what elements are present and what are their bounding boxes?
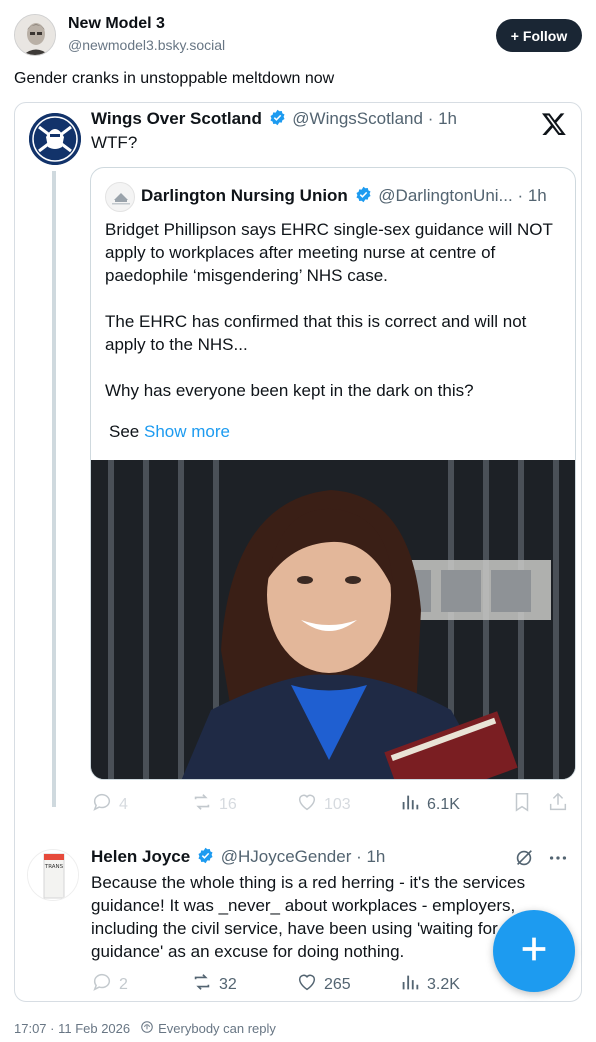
quoted-text: Bridget Phillipson says EHRC single-sex …	[105, 218, 565, 425]
see-label: See	[109, 422, 140, 441]
reply-count: 4	[119, 795, 128, 813]
follow-button[interactable]: + Follow	[496, 19, 582, 52]
thread-line	[52, 171, 56, 807]
verified-icon	[197, 847, 214, 864]
repost-count: 32	[219, 975, 237, 993]
verified-icon	[355, 186, 372, 203]
verified-icon	[269, 109, 286, 126]
x-logo-icon	[541, 111, 567, 137]
quoted-paragraph: The EHRC has confirmed that this is corr…	[105, 312, 527, 354]
wings-age: · 1h	[427, 109, 457, 128]
darlington-age: · 1h	[517, 186, 547, 205]
author-handle[interactable]: @newmodel3.bsky.social	[68, 37, 225, 53]
like-icon	[296, 971, 318, 998]
darlington-header: Darlington Nursing Union @DarlingtonUni.…	[141, 186, 547, 206]
post-timestamp[interactable]: 17:07 · 11 Feb 2026	[14, 1021, 130, 1036]
bookmark-icon	[511, 791, 533, 818]
see-more: See Show more	[109, 422, 230, 442]
show-more-link[interactable]: Show more	[144, 422, 230, 441]
share-icon	[547, 791, 569, 818]
embedded-screenshot[interactable]: Wings Over Scotland @WingsScotland · 1h …	[14, 102, 582, 1002]
repost-count: 16	[219, 795, 237, 813]
like-action[interactable]: 265	[296, 971, 351, 998]
plus-icon: +	[510, 27, 519, 44]
globe-icon	[140, 1020, 154, 1037]
repost-icon	[191, 971, 213, 998]
reply-icon	[91, 971, 113, 998]
post-footer: 17:07 · 11 Feb 2026 Everybody can reply	[14, 1020, 276, 1037]
like-icon	[296, 791, 318, 818]
helen-joyce-handle: @HJoyceGender	[220, 847, 352, 866]
helen-joyce-header: Helen Joyce @HJoyceGender · 1h	[91, 847, 385, 867]
author-name[interactable]: New Model 3	[68, 15, 165, 33]
share-action[interactable]	[547, 791, 569, 818]
views-count: 3.2K	[427, 975, 460, 993]
helen-joyce-age: · 1h	[356, 847, 386, 866]
reply-action[interactable]: 4	[91, 791, 128, 818]
post-text: Gender cranks in unstoppable meltdown no…	[14, 70, 335, 87]
repost-icon	[191, 791, 213, 818]
quoted-photo[interactable]	[91, 460, 575, 779]
reply-count: 2	[119, 975, 128, 993]
wings-header: Wings Over Scotland @WingsScotland · 1h	[91, 109, 457, 129]
like-count: 265	[324, 975, 351, 993]
darlington-name: Darlington Nursing Union	[141, 186, 348, 205]
plus-icon	[517, 932, 551, 971]
quoted-tweet[interactable]: Darlington Nursing Union @DarlingtonUni.…	[90, 167, 576, 780]
quoted-paragraph: Bridget Phillipson says EHRC single-sex …	[105, 220, 553, 285]
wings-action-bar: 4 16 103 6.1K	[91, 791, 567, 818]
views-icon	[399, 791, 421, 818]
bookmark-action[interactable]	[511, 791, 533, 818]
reply-setting[interactable]: Everybody can reply	[158, 1021, 276, 1036]
like-count: 103	[324, 795, 351, 813]
views-count: 6.1K	[427, 795, 460, 813]
quoted-paragraph: Why has everyone been kept in the dark o…	[105, 381, 474, 400]
views-action[interactable]: 6.1K	[399, 791, 460, 818]
darlington-handle: @DarlingtonUni...	[378, 186, 513, 205]
post-header: New Model 3 @newmodel3.bsky.social + Fol…	[14, 12, 582, 62]
reply-tweet-icons	[513, 847, 569, 874]
avatar-book-text: TRANS	[44, 864, 64, 870]
reply-icon	[91, 791, 113, 818]
reply-action[interactable]: 2	[91, 971, 128, 998]
wings-avatar	[29, 113, 81, 165]
more-icon[interactable]	[547, 847, 569, 874]
grok-icon[interactable]	[513, 847, 535, 874]
repost-action[interactable]: 32	[191, 971, 237, 998]
views-action[interactable]: 3.2K	[399, 971, 460, 998]
wings-text: WTF?	[91, 133, 138, 152]
reply-action-bar: 2 32 265 3.2K	[91, 971, 561, 995]
follow-label: Follow	[522, 27, 568, 44]
wings-handle: @WingsScotland	[292, 109, 423, 128]
helen-joyce-avatar: TRANS	[27, 849, 79, 901]
compose-button[interactable]	[493, 910, 575, 992]
helen-joyce-name: Helen Joyce	[91, 847, 191, 866]
darlington-avatar	[105, 182, 135, 212]
author-avatar[interactable]	[14, 14, 56, 56]
like-action[interactable]: 103	[296, 791, 351, 818]
wings-name: Wings Over Scotland	[91, 109, 262, 128]
repost-action[interactable]: 16	[191, 791, 237, 818]
views-icon	[399, 971, 421, 998]
